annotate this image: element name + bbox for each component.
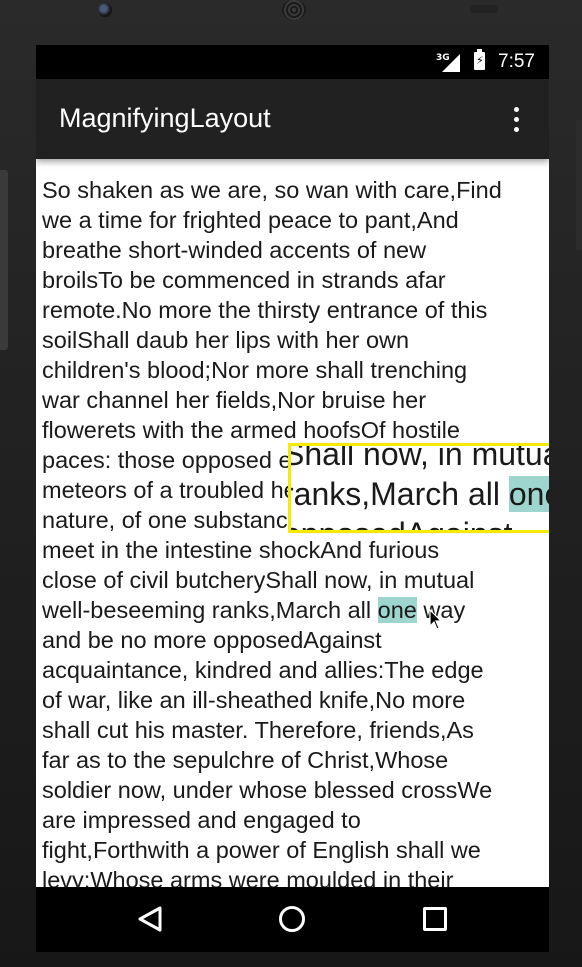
- app-bar: MagnifyingLayout: [36, 79, 549, 159]
- back-icon[interactable]: [136, 905, 164, 933]
- power-button: [576, 120, 582, 250]
- text-line: far as to the sepulchre of Christ,Whose: [42, 747, 449, 773]
- proximity-sensor: [470, 5, 498, 13]
- battery-icon: ⚡: [474, 49, 485, 70]
- text-line: levy;Whose arms were moulded in their: [42, 867, 454, 887]
- home-icon[interactable]: [279, 906, 305, 932]
- recents-icon[interactable]: [423, 907, 447, 931]
- text-line: acquaintance, kindred and allies:The edg…: [42, 657, 484, 683]
- text-line: breathe short-winded accents of new: [42, 237, 427, 263]
- selected-word[interactable]: one: [377, 597, 417, 623]
- text-line: well-beseeming ranks,March all one way: [42, 597, 466, 623]
- text-line: soldier now, under whose blessed crossWe: [42, 777, 493, 803]
- text-line: broilsTo be commenced in strands afar: [42, 267, 446, 293]
- magnified-line: ranks,March all one way: [291, 474, 549, 514]
- more-vert-icon[interactable]: [506, 105, 526, 135]
- front-camera: [98, 3, 112, 17]
- magnified-text: Shall now, in mutual ranks,March all one…: [288, 443, 549, 530]
- text-line: flowerets with the armed hoofsOf hostile: [42, 417, 460, 443]
- text-scroll-area[interactable]: So shaken as we are, so wan with care,Fi…: [36, 159, 549, 887]
- text-line: we a time for frighted peace to pant,And: [42, 207, 459, 233]
- text-line: war channel her fields,Nor bruise her: [42, 387, 427, 413]
- mouse-pointer-icon: [429, 609, 443, 630]
- text-line: meet in the intestine shockAnd furious: [42, 537, 440, 563]
- status-time: 7:57: [498, 51, 535, 72]
- text-line: remote.No more the thirsty entrance of t…: [42, 297, 488, 323]
- device-frame: 3G ⚡ 7:57 MagnifyingLayout So shaken as …: [0, 0, 582, 967]
- screen: 3G ⚡ 7:57 MagnifyingLayout So shaken as …: [36, 45, 549, 952]
- volume-button: [0, 170, 8, 350]
- text-line: soilShall daub her lips with her own: [42, 327, 410, 353]
- text-line: children's blood;Nor more shall trenchin…: [42, 357, 468, 383]
- magnified-line: opposedAgainst: [291, 514, 549, 530]
- text-line: So shaken as we are, so wan with care,Fi…: [42, 177, 502, 203]
- magnified-selection: one: [508, 476, 549, 512]
- magnifier-lens: Shall now, in mutual ranks,March all one…: [288, 443, 549, 533]
- text-line: shall cut his master. Therefore, friends…: [42, 717, 474, 743]
- status-bar: 3G ⚡ 7:57: [36, 45, 549, 79]
- app-title: MagnifyingLayout: [59, 103, 271, 133]
- text-line: of war, like an ill-sheathed knife,No mo…: [42, 687, 466, 713]
- magnified-line: Shall now, in mutual: [288, 443, 549, 472]
- text-line: fight,Forthwith a power of English shall…: [42, 837, 481, 863]
- text-line: close of civil butcheryShall now, in mut…: [42, 567, 475, 593]
- signal-icon: [442, 54, 460, 72]
- earpiece-speaker: [282, 0, 306, 20]
- text-line: are impressed and engaged to: [42, 807, 361, 833]
- text-line: and be no more opposedAgainst: [42, 627, 382, 653]
- navigation-bar: [36, 887, 549, 952]
